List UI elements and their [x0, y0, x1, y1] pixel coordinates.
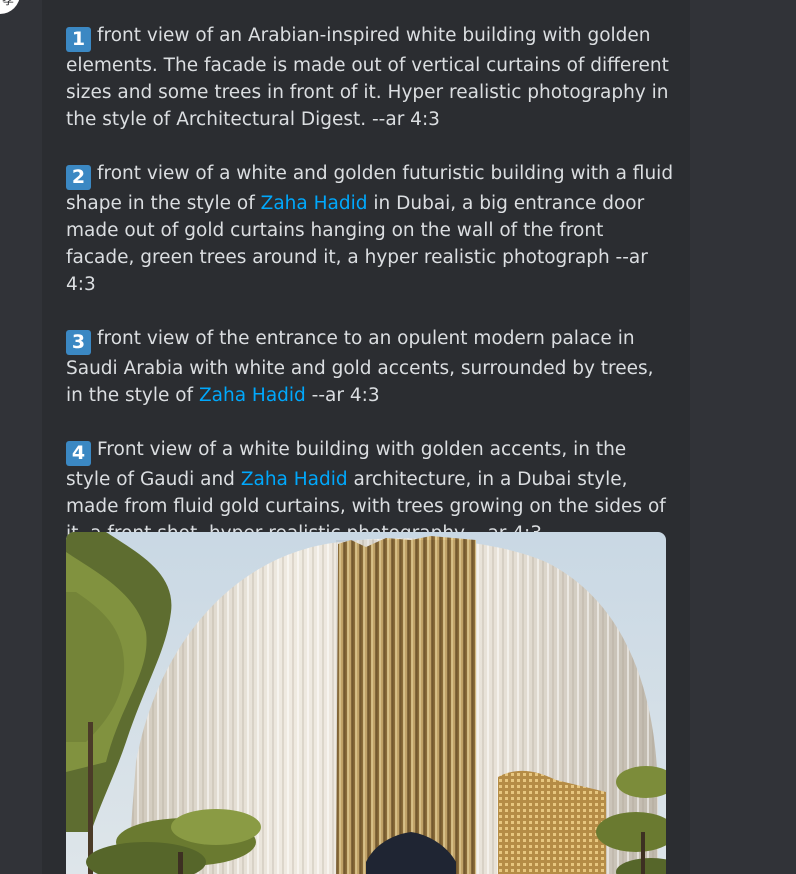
prompt-3: 3 front view of the entrance to an opulen… — [66, 325, 676, 409]
message-content: 1 front view of an Arabian-inspired white… — [66, 22, 676, 574]
number-1-emoji: 1 — [66, 27, 91, 52]
prompt-2: 2 front view of a white and golden futuri… — [66, 160, 676, 298]
prompt-4: 4 Front view of a white building with gol… — [66, 436, 676, 547]
number-2-emoji: 2 — [66, 165, 91, 190]
prompt-3-text-after: --ar 4:3 — [305, 385, 380, 406]
building-image — [66, 532, 666, 874]
avatar-glyph: 孝 — [1, 0, 14, 7]
user-avatar[interactable]: 孝 — [0, 0, 20, 14]
chat-window: 孝 1 front view of an Arabian-inspired whi… — [0, 0, 796, 874]
prompt-1-text: front view of an Arabian-inspired white … — [66, 25, 669, 130]
mention-zaha-hadid[interactable]: Zaha Hadid — [241, 469, 348, 490]
mention-zaha-hadid[interactable]: Zaha Hadid — [199, 385, 306, 406]
mention-zaha-hadid[interactable]: Zaha Hadid — [261, 193, 368, 214]
number-3-emoji: 3 — [66, 330, 91, 355]
generated-image-attachment[interactable] — [66, 532, 666, 874]
prompt-1: 1 front view of an Arabian-inspired white… — [66, 22, 676, 133]
number-4-emoji: 4 — [66, 441, 91, 466]
